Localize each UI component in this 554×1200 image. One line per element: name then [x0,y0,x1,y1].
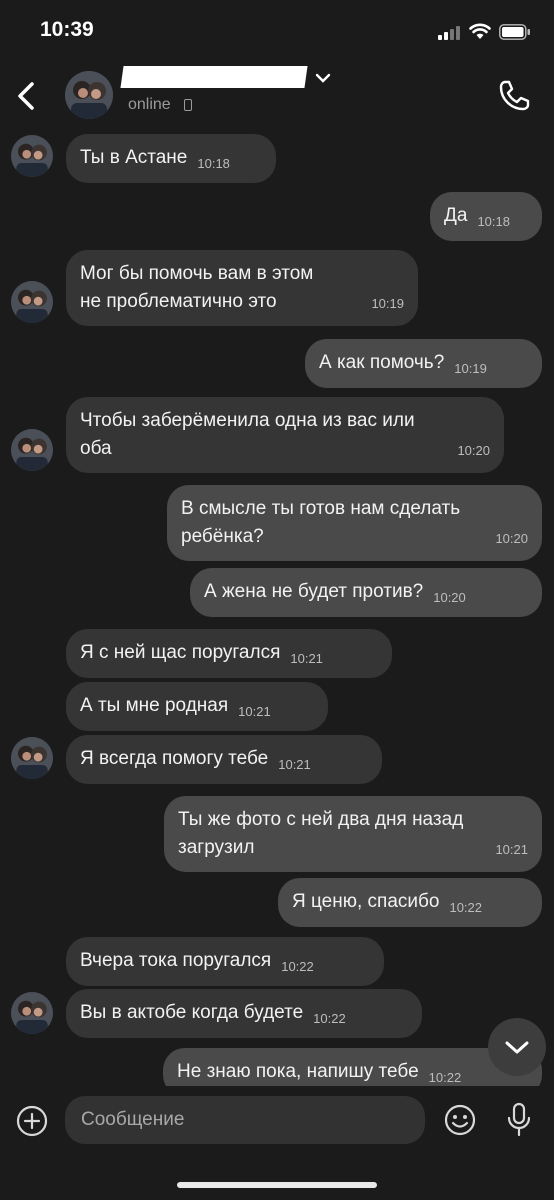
cellular-signal-icon [438,26,460,40]
contact-avatar[interactable] [65,71,113,119]
message-input[interactable]: Сообщение [65,1096,425,1144]
microphone-icon[interactable] [505,1102,533,1138]
status-time: 10:39 [40,18,94,41]
redacted-contact-name [120,66,308,88]
sender-avatar [11,737,53,779]
incoming-message[interactable]: Я с ней щас поругался 10:21 [66,629,392,678]
chat-header: online [0,66,554,126]
chevron-down-icon [505,1041,529,1054]
incoming-message[interactable]: Мог бы помочь вам в этом не проблематичн… [66,250,418,326]
wifi-icon [469,23,491,39]
scroll-to-bottom-button[interactable] [488,1018,546,1076]
plus-circle-icon[interactable] [16,1105,48,1137]
incoming-message[interactable]: Я всегда помогу тебе 10:21 [66,735,382,784]
outgoing-message[interactable]: Да 10:18 [430,192,542,241]
outgoing-message[interactable]: А жена не будет против? 10:20 [190,568,542,617]
sender-avatar [11,992,53,1034]
sender-avatar [11,429,53,471]
message-list[interactable]: Ты в Астане 10:18 Да 10:18 Мог бы помочь в… [0,126,554,1086]
outgoing-message[interactable]: Не знаю пока, напишу тебе 10:22 [163,1048,542,1086]
outgoing-message[interactable]: Ты же фото с ней два дня назад загрузил 1… [164,796,542,872]
home-indicator[interactable] [177,1182,377,1188]
chevron-down-icon[interactable] [314,72,332,84]
device-icon [184,99,192,111]
incoming-message[interactable]: Ты в Астане 10:18 [66,134,276,183]
incoming-message[interactable]: Вчера тока поругался 10:22 [66,937,384,986]
incoming-message[interactable]: А ты мне родная 10:21 [66,682,328,731]
status-bar: 10:39 [0,0,554,66]
battery-icon [499,24,530,40]
contact-status: online [128,96,171,113]
incoming-message[interactable]: Чтобы заберёменила одна из вас или оба 10… [66,397,504,473]
outgoing-message[interactable]: В смысле ты готов нам сделать ребёнка? 10… [167,485,542,561]
incoming-message[interactable]: Вы в актобе когда будете 10:22 [66,989,422,1038]
sender-avatar [11,281,53,323]
sender-avatar [11,135,53,177]
smiley-icon[interactable] [443,1103,477,1137]
outgoing-message[interactable]: Я ценю, спасибо 10:22 [278,878,542,927]
outgoing-message[interactable]: А как помочь? 10:19 [305,339,542,388]
back-chevron-icon[interactable] [12,76,42,116]
message-input-placeholder: Сообщение [81,1109,185,1130]
phone-icon[interactable] [496,78,532,114]
avatar-photo [65,71,113,119]
